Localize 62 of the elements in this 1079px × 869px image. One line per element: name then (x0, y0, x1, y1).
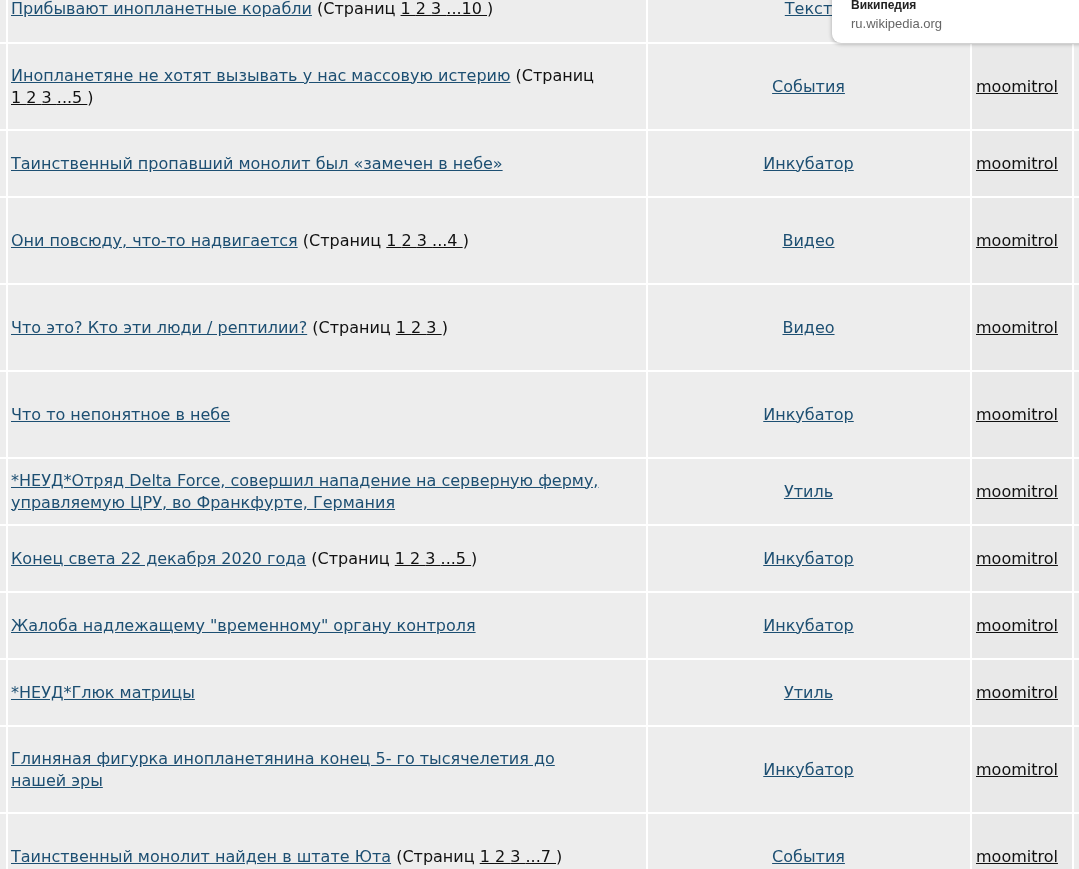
page-link[interactable]: 3 (431, 0, 447, 18)
author-link[interactable]: moomitrol (976, 759, 1058, 779)
page-link[interactable]: 2 (26, 87, 42, 107)
category-link[interactable]: Видео (782, 230, 835, 250)
page-link[interactable]: 1 (479, 846, 495, 866)
tooltip-url: ru.wikipedia.org (851, 16, 944, 32)
topic-link[interactable]: Что то непонятное в небе (11, 403, 231, 426)
topic-link[interactable]: Конец света 22 декабря 2020 года (11, 547, 307, 570)
page-link[interactable]: 3 (425, 548, 441, 568)
category-link[interactable]: Инкубатор (763, 153, 854, 173)
pages-end: ) (87, 87, 94, 107)
category-link[interactable]: Текст (784, 0, 833, 18)
category-link[interactable]: События (772, 846, 845, 866)
pages-end: ) (441, 317, 448, 337)
pages-label: (Страниц (317, 0, 396, 18)
author-link[interactable]: moomitrol (976, 317, 1058, 337)
author-link[interactable]: moomitrol (976, 230, 1058, 250)
page-link[interactable]: 2 (494, 846, 511, 866)
page-link[interactable]: ...5 (56, 87, 88, 107)
page-link[interactable]: 1 (395, 317, 412, 337)
pages-label: (Страниц (515, 65, 594, 85)
category-link[interactable]: Инкубатор (763, 759, 854, 779)
page-link[interactable]: 3 (510, 846, 526, 866)
pages-end: ) (471, 548, 478, 568)
page-link[interactable]: 1 (400, 0, 416, 18)
category-link[interactable]: Утиль (783, 481, 834, 501)
topic-link[interactable]: Они повсюду, что-то надвигается (11, 229, 298, 252)
category-link[interactable]: Инкубатор (763, 615, 854, 635)
page-link[interactable]: 2 (401, 230, 417, 250)
page-link[interactable]: 3 (416, 230, 433, 250)
page-link[interactable]: 1 (11, 87, 27, 107)
category-link[interactable]: Инкубатор (763, 548, 854, 568)
pages-end: ) (462, 230, 469, 250)
category-link[interactable]: События (772, 76, 845, 96)
pages-label: (Страниц (311, 548, 390, 568)
page-link[interactable]: 3 (41, 87, 57, 107)
page-link[interactable]: ...5 (440, 548, 472, 568)
topic-link[interactable]: *НЕУД*Глюк матрицы (11, 681, 195, 704)
page-link[interactable]: 1 (394, 548, 411, 568)
page-link[interactable]: 1 (386, 230, 402, 250)
topic-link[interactable]: Таинственный монолит найден в штате Юта (11, 845, 392, 868)
pages-label: (Страниц (396, 846, 475, 866)
category-link[interactable]: Видео (782, 317, 835, 337)
tooltip-title: Википедия (851, 0, 918, 13)
pages-end: ) (556, 846, 563, 866)
page-link[interactable]: 3 (426, 317, 442, 337)
category-link[interactable]: Инкубатор (763, 404, 854, 424)
topic-link[interactable]: Прибывают инопланетные корабли (11, 0, 312, 20)
pages-label: (Страниц (312, 317, 391, 337)
page-link[interactable]: ...4 (432, 230, 463, 250)
page-link[interactable]: 2 (415, 0, 432, 18)
page-link[interactable]: 2 (411, 317, 427, 337)
author-link[interactable]: moomitrol (976, 76, 1058, 96)
page-link[interactable]: ...7 (525, 846, 557, 866)
topic-link[interactable]: Инопланетяне не хотят вызывать у нас массовую истерию (11, 64, 511, 87)
topic-link[interactable]: Что это? Кто эти люди / рептилии? (11, 316, 308, 339)
author-link[interactable]: moomitrol (976, 404, 1058, 424)
page-link[interactable]: 2 (410, 548, 426, 568)
category-link[interactable]: Утиль (783, 682, 834, 702)
pages-label: (Страниц (302, 230, 382, 250)
page-link[interactable]: ...10 (446, 0, 488, 18)
pages-end: ) (487, 0, 494, 18)
